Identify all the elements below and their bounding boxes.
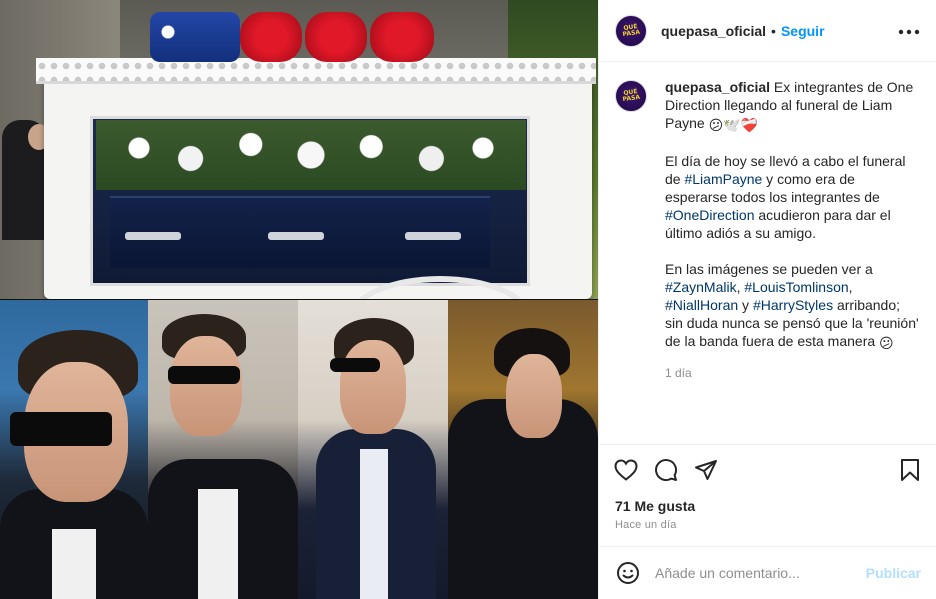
portrait-sunglasses [168, 366, 240, 384]
post-media[interactable] [0, 0, 598, 599]
caption-text: y [738, 297, 753, 313]
hashtag-link[interactable]: #LouisTomlinson [744, 279, 848, 295]
caption-paragraph: quepasa_oficial Ex integrantes de One Di… [665, 78, 921, 134]
post-timestamp[interactable]: Hace un día [615, 519, 677, 531]
smile-icon[interactable] [615, 560, 641, 586]
portrait-photo [0, 300, 148, 599]
wreath-blue [150, 12, 240, 62]
hashtag-link[interactable]: #OneDirection [665, 207, 755, 223]
caption-text: , [848, 279, 853, 295]
action-bar [599, 444, 936, 494]
portrait-shirt [198, 489, 238, 599]
comment-icon[interactable] [653, 457, 679, 483]
hashtag-link[interactable]: #HarryStyles [753, 297, 833, 313]
follow-button[interactable]: Seguir [781, 23, 825, 39]
avatar-logo-text: QUÉ PASA [622, 22, 641, 38]
portrait-face [170, 336, 242, 436]
send-icon[interactable] [693, 457, 719, 483]
likes-count[interactable]: 71 Me gusta [615, 498, 695, 514]
post-panel: QUÉ PASA quepasa_oficial • Seguir QUÉ PA… [598, 0, 936, 599]
more-icon[interactable] [897, 20, 921, 44]
portrait-sunglasses [10, 412, 112, 446]
caption-paragraph: En las imágenes se pueden ver a #ZaynMal… [665, 260, 921, 352]
comment-bar: Publicar [599, 546, 936, 599]
portrait-face [340, 340, 406, 434]
hearse-photo [0, 0, 598, 299]
wreath-red [305, 12, 367, 62]
username[interactable]: quepasa_oficial [661, 23, 766, 39]
portrait-photo [448, 300, 598, 599]
coffin-handle [125, 232, 181, 240]
caption-emoji: 😕 [879, 335, 894, 351]
hashtag-link[interactable]: #ZaynMalik [665, 279, 737, 295]
coffin-handle [405, 232, 461, 240]
flower-arrangement [96, 120, 526, 190]
avatar[interactable]: QUÉ PASA [615, 14, 647, 47]
caption-emojis: 😕🕊️❤️‍🩹 [708, 117, 759, 133]
avatar[interactable]: QUÉ PASA [615, 80, 647, 112]
coffin-handle [268, 232, 324, 240]
heart-icon[interactable] [613, 457, 639, 483]
bookmark-icon[interactable] [897, 457, 923, 483]
caption: QUÉ PASA quepasa_oficial Ex integrantes … [599, 62, 936, 444]
portrait-shirt [360, 449, 388, 599]
portrait-shirt [52, 529, 96, 599]
portrait-face [506, 354, 562, 438]
hashtag-link[interactable]: #NiallHoran [665, 297, 738, 313]
caption-paragraph: El día de hoy se llevó a cabo el funeral… [665, 152, 921, 242]
wreath-red [370, 12, 434, 62]
portrait-sunglasses [330, 358, 380, 372]
wreath-red [240, 12, 302, 62]
caption-body: quepasa_oficial Ex integrantes de One Di… [665, 78, 921, 444]
hearse-roof [36, 58, 596, 84]
publish-button[interactable]: Publicar [866, 565, 921, 581]
caption-text: En las imágenes se pueden ver a [665, 261, 873, 277]
separator-dot: • [771, 22, 776, 39]
hashtag-link[interactable]: #LiamPayne [684, 171, 762, 187]
comment-input[interactable] [655, 565, 855, 581]
caption-timestamp[interactable]: 1 día [665, 364, 921, 382]
avatar-logo-text: QUÉ PASA [622, 88, 641, 104]
portrait-photo [298, 300, 448, 599]
portrait-photo [148, 300, 298, 599]
caption-username[interactable]: quepasa_oficial [665, 79, 770, 95]
post-header: QUÉ PASA quepasa_oficial • Seguir [599, 0, 936, 62]
